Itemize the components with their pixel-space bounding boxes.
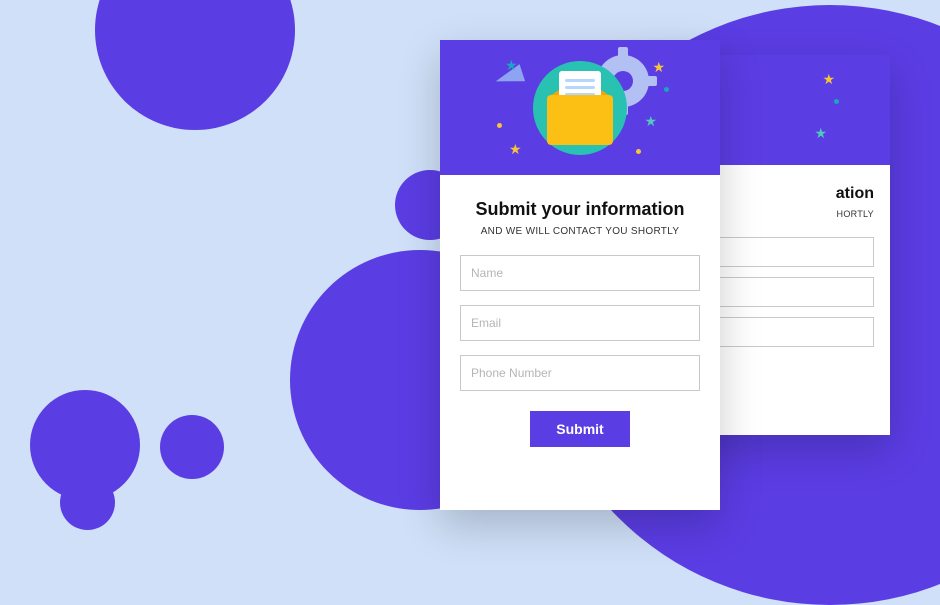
envelope-illustration-icon: ★ ★ — [715, 65, 805, 155]
star-icon: ★ — [644, 113, 657, 130]
star-icon: ★ — [652, 59, 665, 76]
bg-circle-bl-3 — [160, 415, 224, 479]
envelope-illustration-icon: ★ ★ ★ ★ — [525, 53, 635, 163]
phone-field[interactable] — [460, 355, 700, 391]
bg-circle-bl-2 — [60, 475, 115, 530]
star-icon: ★ — [814, 125, 827, 142]
card-hero: ★ ★ ★ ★ — [440, 40, 720, 175]
star-icon: ★ — [505, 57, 518, 74]
form-subtitle-back: HORTLY — [837, 209, 874, 219]
email-field[interactable] — [460, 305, 700, 341]
form-title-back: ation — [836, 185, 874, 203]
name-field[interactable] — [460, 255, 700, 291]
dot-icon — [664, 87, 669, 92]
star-icon: ★ — [509, 141, 522, 158]
form-subtitle: AND WE WILL CONTACT YOU SHORTLY — [481, 226, 680, 237]
contact-form-card: ★ ★ ★ ★ Submit your information AND WE W… — [440, 40, 720, 510]
form-title: Submit your information — [476, 199, 685, 220]
dot-icon — [834, 99, 839, 104]
submit-button[interactable]: Submit — [530, 411, 629, 447]
star-icon: ★ — [822, 71, 835, 88]
dot-icon — [636, 149, 641, 154]
bg-circle-top — [95, 0, 295, 130]
dot-icon — [497, 123, 502, 128]
